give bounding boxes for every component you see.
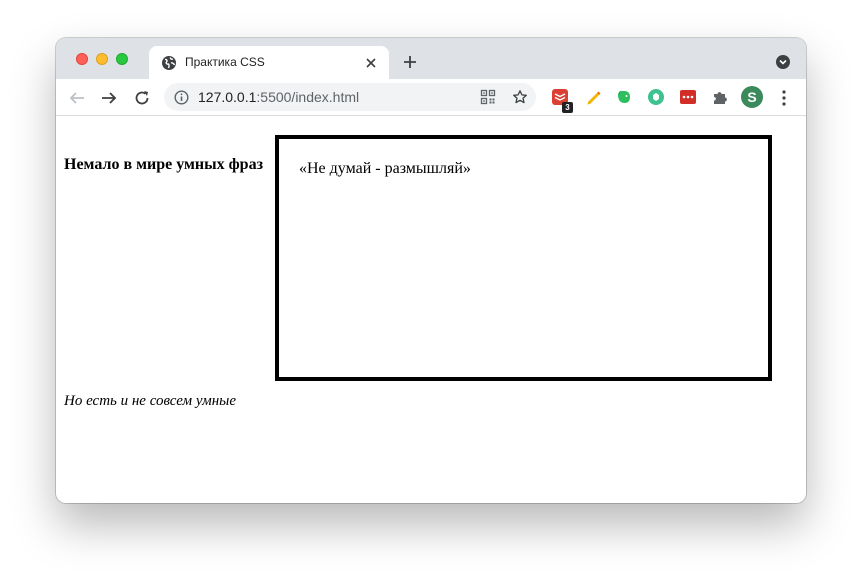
page-heading: Немало в мире умных фраз (64, 156, 264, 173)
maximize-window-button[interactable] (116, 53, 128, 65)
tab-title: Практика CSS (185, 55, 265, 69)
globe-icon (162, 56, 176, 70)
url-text: 127.0.0.1:5500/index.html (198, 89, 359, 105)
pencil-extension-icon[interactable] (584, 88, 602, 106)
back-arrow-icon[interactable] (68, 89, 86, 107)
green-circle-extension-icon[interactable] (647, 88, 665, 106)
tab-active[interactable]: Практика CSS (149, 46, 389, 79)
qr-code-icon[interactable] (480, 89, 496, 105)
reload-icon[interactable] (133, 89, 151, 107)
more-menu-icon[interactable] (778, 89, 790, 107)
extensions-puzzle-icon[interactable] (711, 88, 729, 106)
url-host: 127.0.0.1 (198, 89, 257, 105)
tab-search-icon[interactable] (776, 55, 790, 69)
italic-text: Но есть и не совсем умные (64, 393, 236, 409)
address-bar[interactable]: 127.0.0.1:5500/index.html (164, 83, 536, 111)
quote-text: «Не думай - размышляй» (299, 160, 471, 177)
lastpass-extension-icon[interactable] (679, 88, 697, 106)
close-window-button[interactable] (76, 53, 88, 65)
url-path: :5500/index.html (256, 89, 360, 105)
browser-toolbar: 127.0.0.1:5500/index.html 3 S (56, 79, 806, 116)
tab-strip: Практика CSS (56, 38, 806, 79)
evernote-extension-icon[interactable] (615, 88, 633, 106)
page-content: Немало в мире умных фраз «Не думай - раз… (56, 116, 806, 503)
close-tab-icon[interactable] (365, 57, 377, 69)
site-info-icon[interactable] (174, 90, 189, 105)
extension-badge: 3 (562, 102, 573, 113)
bookmark-star-icon[interactable] (512, 89, 528, 105)
quote-box: «Не думай - размышляй» (275, 135, 772, 381)
minimize-window-button[interactable] (96, 53, 108, 65)
profile-avatar[interactable]: S (741, 86, 763, 108)
browser-window: Практика CSS 127.0.0.1:5500/index.html 3… (56, 38, 806, 503)
new-tab-icon[interactable] (402, 54, 418, 70)
forward-arrow-icon[interactable] (100, 89, 118, 107)
